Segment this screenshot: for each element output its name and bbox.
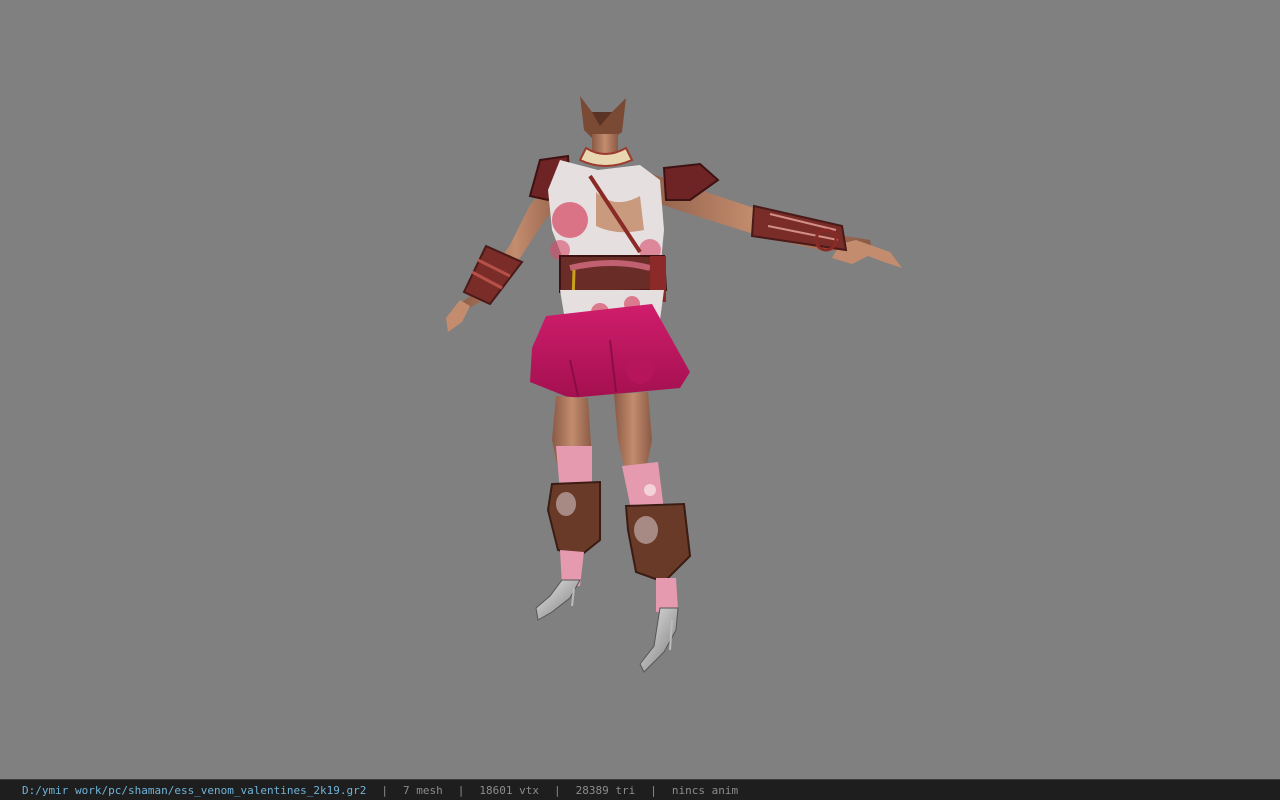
file-path: D:/ymir work/pc/shaman/ess_venom_valenti… [22, 783, 367, 797]
right-greave [624, 502, 692, 584]
separator: | [381, 783, 388, 797]
right-shoe [639, 607, 679, 673]
mesh-count: 7 mesh [403, 783, 443, 797]
status-bar: D:/ymir work/pc/shaman/ess_venom_valenti… [0, 779, 1280, 800]
separator: | [553, 783, 561, 797]
separator: | [457, 783, 465, 797]
vertex-count: 18601 vtx [479, 783, 539, 797]
skirt [530, 304, 690, 398]
left-hand [446, 300, 470, 332]
left-greave [546, 480, 601, 558]
triangle-count: 28389 tri [575, 783, 636, 797]
separator: | [650, 783, 657, 797]
3d-viewport[interactable] [0, 0, 1280, 779]
animation-status: nincs anim [671, 783, 739, 797]
character-model [446, 96, 902, 673]
